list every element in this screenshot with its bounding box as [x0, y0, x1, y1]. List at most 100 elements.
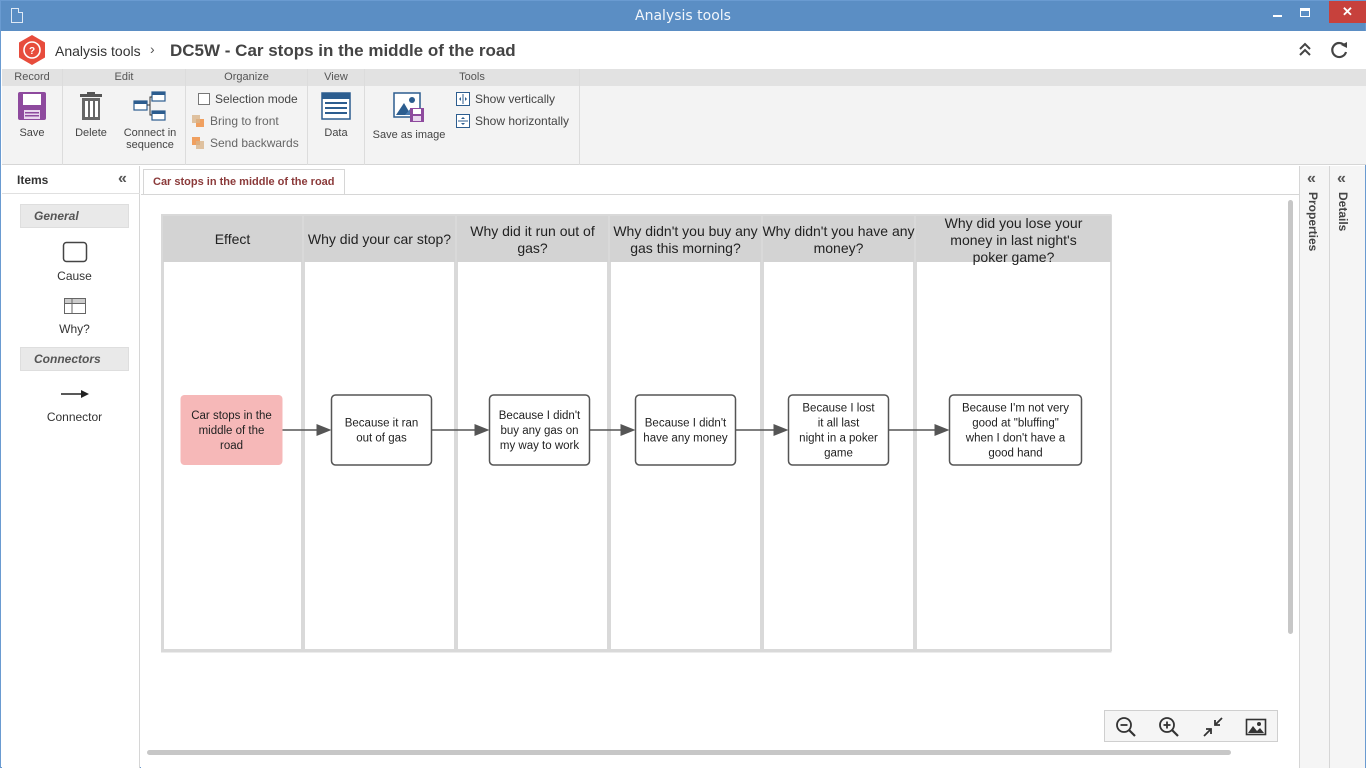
cause-tool-label: Cause	[57, 269, 92, 283]
save-button[interactable]: Save	[4, 91, 60, 139]
effect-node[interactable]: Car stops in the middle of the road	[180, 395, 283, 465]
trash-icon	[80, 92, 102, 120]
connect-label-line1: Connect in	[123, 127, 177, 139]
items-panel-header: Items «	[2, 166, 140, 194]
cause-node[interactable]: Because it ran out of gas	[330, 394, 433, 466]
show-horizontally-button[interactable]: Show horizontally	[456, 112, 569, 130]
group-label-view: View	[308, 69, 364, 86]
collapse-items-icon[interactable]: «	[118, 170, 127, 188]
node-box	[634, 394, 737, 466]
why-tool-label: Why?	[59, 322, 90, 336]
ribbon-group-tools: Tools Save as image Show vertically Show…	[365, 69, 580, 165]
properties-label: Properties	[1306, 192, 1320, 252]
arrow-right-icon	[60, 390, 89, 398]
zoom-out-icon[interactable]	[1115, 716, 1137, 738]
selection-mode-checkbox[interactable]	[198, 92, 210, 105]
connector-tool-label: Connector	[46, 410, 103, 424]
show-horizontally-label: Show horizontally	[475, 114, 570, 128]
window-title: Analysis tools	[635, 8, 731, 24]
delete-label: Delete	[75, 127, 107, 139]
app-window: Analysis tools ✕ ? Analysis tools › DC5W…	[0, 0, 1366, 768]
delete-button[interactable]: Delete	[67, 91, 115, 139]
ribbon-group-edit: Edit Delete Connect in sequence	[63, 69, 186, 165]
group-label-edit: Edit	[63, 69, 185, 86]
expand-properties-icon[interactable]: «	[1307, 170, 1316, 188]
ribbon-group-record: Record Save	[2, 69, 63, 165]
send-backwards-icon	[192, 136, 204, 149]
diagram-canvas-area: Car stops in the middle of the road Effe…	[141, 166, 1299, 768]
lane-header-text: Effect	[215, 231, 251, 247]
connect-sequence-icon	[133, 91, 166, 121]
minimize-icon	[1272, 14, 1282, 17]
section-connectors[interactable]: Connectors	[20, 347, 129, 371]
minimize-button[interactable]	[1263, 1, 1291, 23]
svg-text:?: ?	[29, 46, 35, 57]
tab-underline	[141, 194, 1299, 195]
data-label: Data	[324, 127, 348, 139]
lane-header-text: Why didn't you buy any gas this morning?	[613, 223, 757, 256]
collapse-header-icon[interactable]	[1296, 40, 1314, 60]
data-table-icon	[321, 92, 351, 120]
selection-mode-toggle[interactable]: Selection mode	[198, 90, 298, 108]
group-label-organize: Organize	[186, 69, 307, 86]
ribbon-group-view: View Data	[308, 69, 365, 165]
vertical-scrollbar[interactable]	[1288, 200, 1293, 634]
maximize-button[interactable]	[1291, 1, 1319, 23]
tab-diagram[interactable]: Car stops in the middle of the road	[143, 169, 345, 195]
save-as-image-button[interactable]: Save as image	[369, 91, 449, 141]
save-as-image-label: Save as image	[372, 129, 446, 141]
cause-shape-icon	[62, 241, 87, 263]
zoom-controls	[1104, 710, 1278, 742]
close-icon: ✕	[1342, 4, 1353, 19]
data-button[interactable]: Data	[312, 91, 360, 139]
expand-details-icon[interactable]: «	[1337, 170, 1346, 188]
show-horizontally-icon	[456, 113, 470, 128]
image-icon[interactable]	[1245, 716, 1267, 738]
title-bar: Analysis tools ✕	[1, 1, 1366, 31]
send-backwards-label: Send backwards	[210, 136, 299, 150]
send-backwards-button[interactable]: Send backwards	[191, 134, 299, 152]
five-whys-diagram: Effect Car stops in the middle of the road W…	[161, 214, 1112, 653]
page-header: ? Analysis tools › DC5W - Car stops in t…	[2, 31, 1366, 69]
breadcrumb-app[interactable]: Analysis tools	[55, 43, 141, 59]
save-image-icon	[393, 92, 424, 122]
connector-tool[interactable]: Connector	[20, 388, 129, 424]
app-logo-icon: ?	[19, 35, 45, 65]
bring-to-front-button[interactable]: Bring to front	[191, 112, 279, 130]
ribbon-group-organize: Organize Selection mode Bring to front S…	[186, 69, 308, 165]
group-label-record: Record	[2, 69, 62, 86]
cause-node[interactable]: Because I didn't buy any gas on my way to …	[488, 394, 591, 466]
refresh-icon[interactable]	[1328, 39, 1350, 61]
ribbon-label-strip	[580, 69, 1366, 86]
cause-tool[interactable]: Cause	[20, 241, 129, 283]
cause-node[interactable]: Because I lost it all last night in a poke…	[787, 394, 890, 466]
details-label: Details	[1336, 192, 1350, 232]
cause-node[interactable]: Because I'm not very good at "bluffing" wh…	[948, 394, 1083, 466]
show-vertically-button[interactable]: Show vertically	[456, 90, 555, 108]
lane-header-text: Why did your car stop?	[308, 231, 451, 247]
cause-node[interactable]: Because I didn't have any money	[634, 394, 737, 466]
ribbon-toolbar: Record Save Edit Delete Connect in seque…	[2, 69, 1366, 165]
connect-in-sequence-button[interactable]: Connect in sequence	[119, 91, 181, 151]
save-label: Save	[19, 127, 45, 139]
fit-screen-icon[interactable]	[1202, 716, 1224, 738]
horizontal-scrollbar[interactable]	[147, 750, 1231, 755]
node-text: Because I didn't buy any gas on my way to …	[499, 410, 581, 452]
why-tool[interactable]: Why?	[20, 298, 129, 336]
node-box	[330, 394, 433, 466]
bring-to-front-icon	[192, 114, 204, 127]
connect-label-line2: sequence	[126, 139, 174, 151]
show-vertically-icon	[456, 91, 470, 106]
save-icon	[18, 92, 46, 120]
zoom-in-icon[interactable]	[1158, 716, 1180, 738]
details-side-tab[interactable]: « Details	[1329, 166, 1365, 768]
selection-mode-label: Selection mode	[215, 92, 298, 106]
section-general[interactable]: General	[20, 204, 129, 228]
show-vertically-label: Show vertically	[475, 92, 556, 106]
close-button[interactable]: ✕	[1329, 1, 1366, 23]
group-label-tools: Tools	[365, 69, 579, 86]
items-panel: Items « General Cause Why? Connectors Co…	[2, 166, 140, 768]
page-title: DC5W - Car stops in the middle of the ro…	[170, 41, 516, 60]
items-panel-title: Items	[17, 173, 49, 187]
properties-side-tab[interactable]: « Properties	[1299, 166, 1329, 768]
